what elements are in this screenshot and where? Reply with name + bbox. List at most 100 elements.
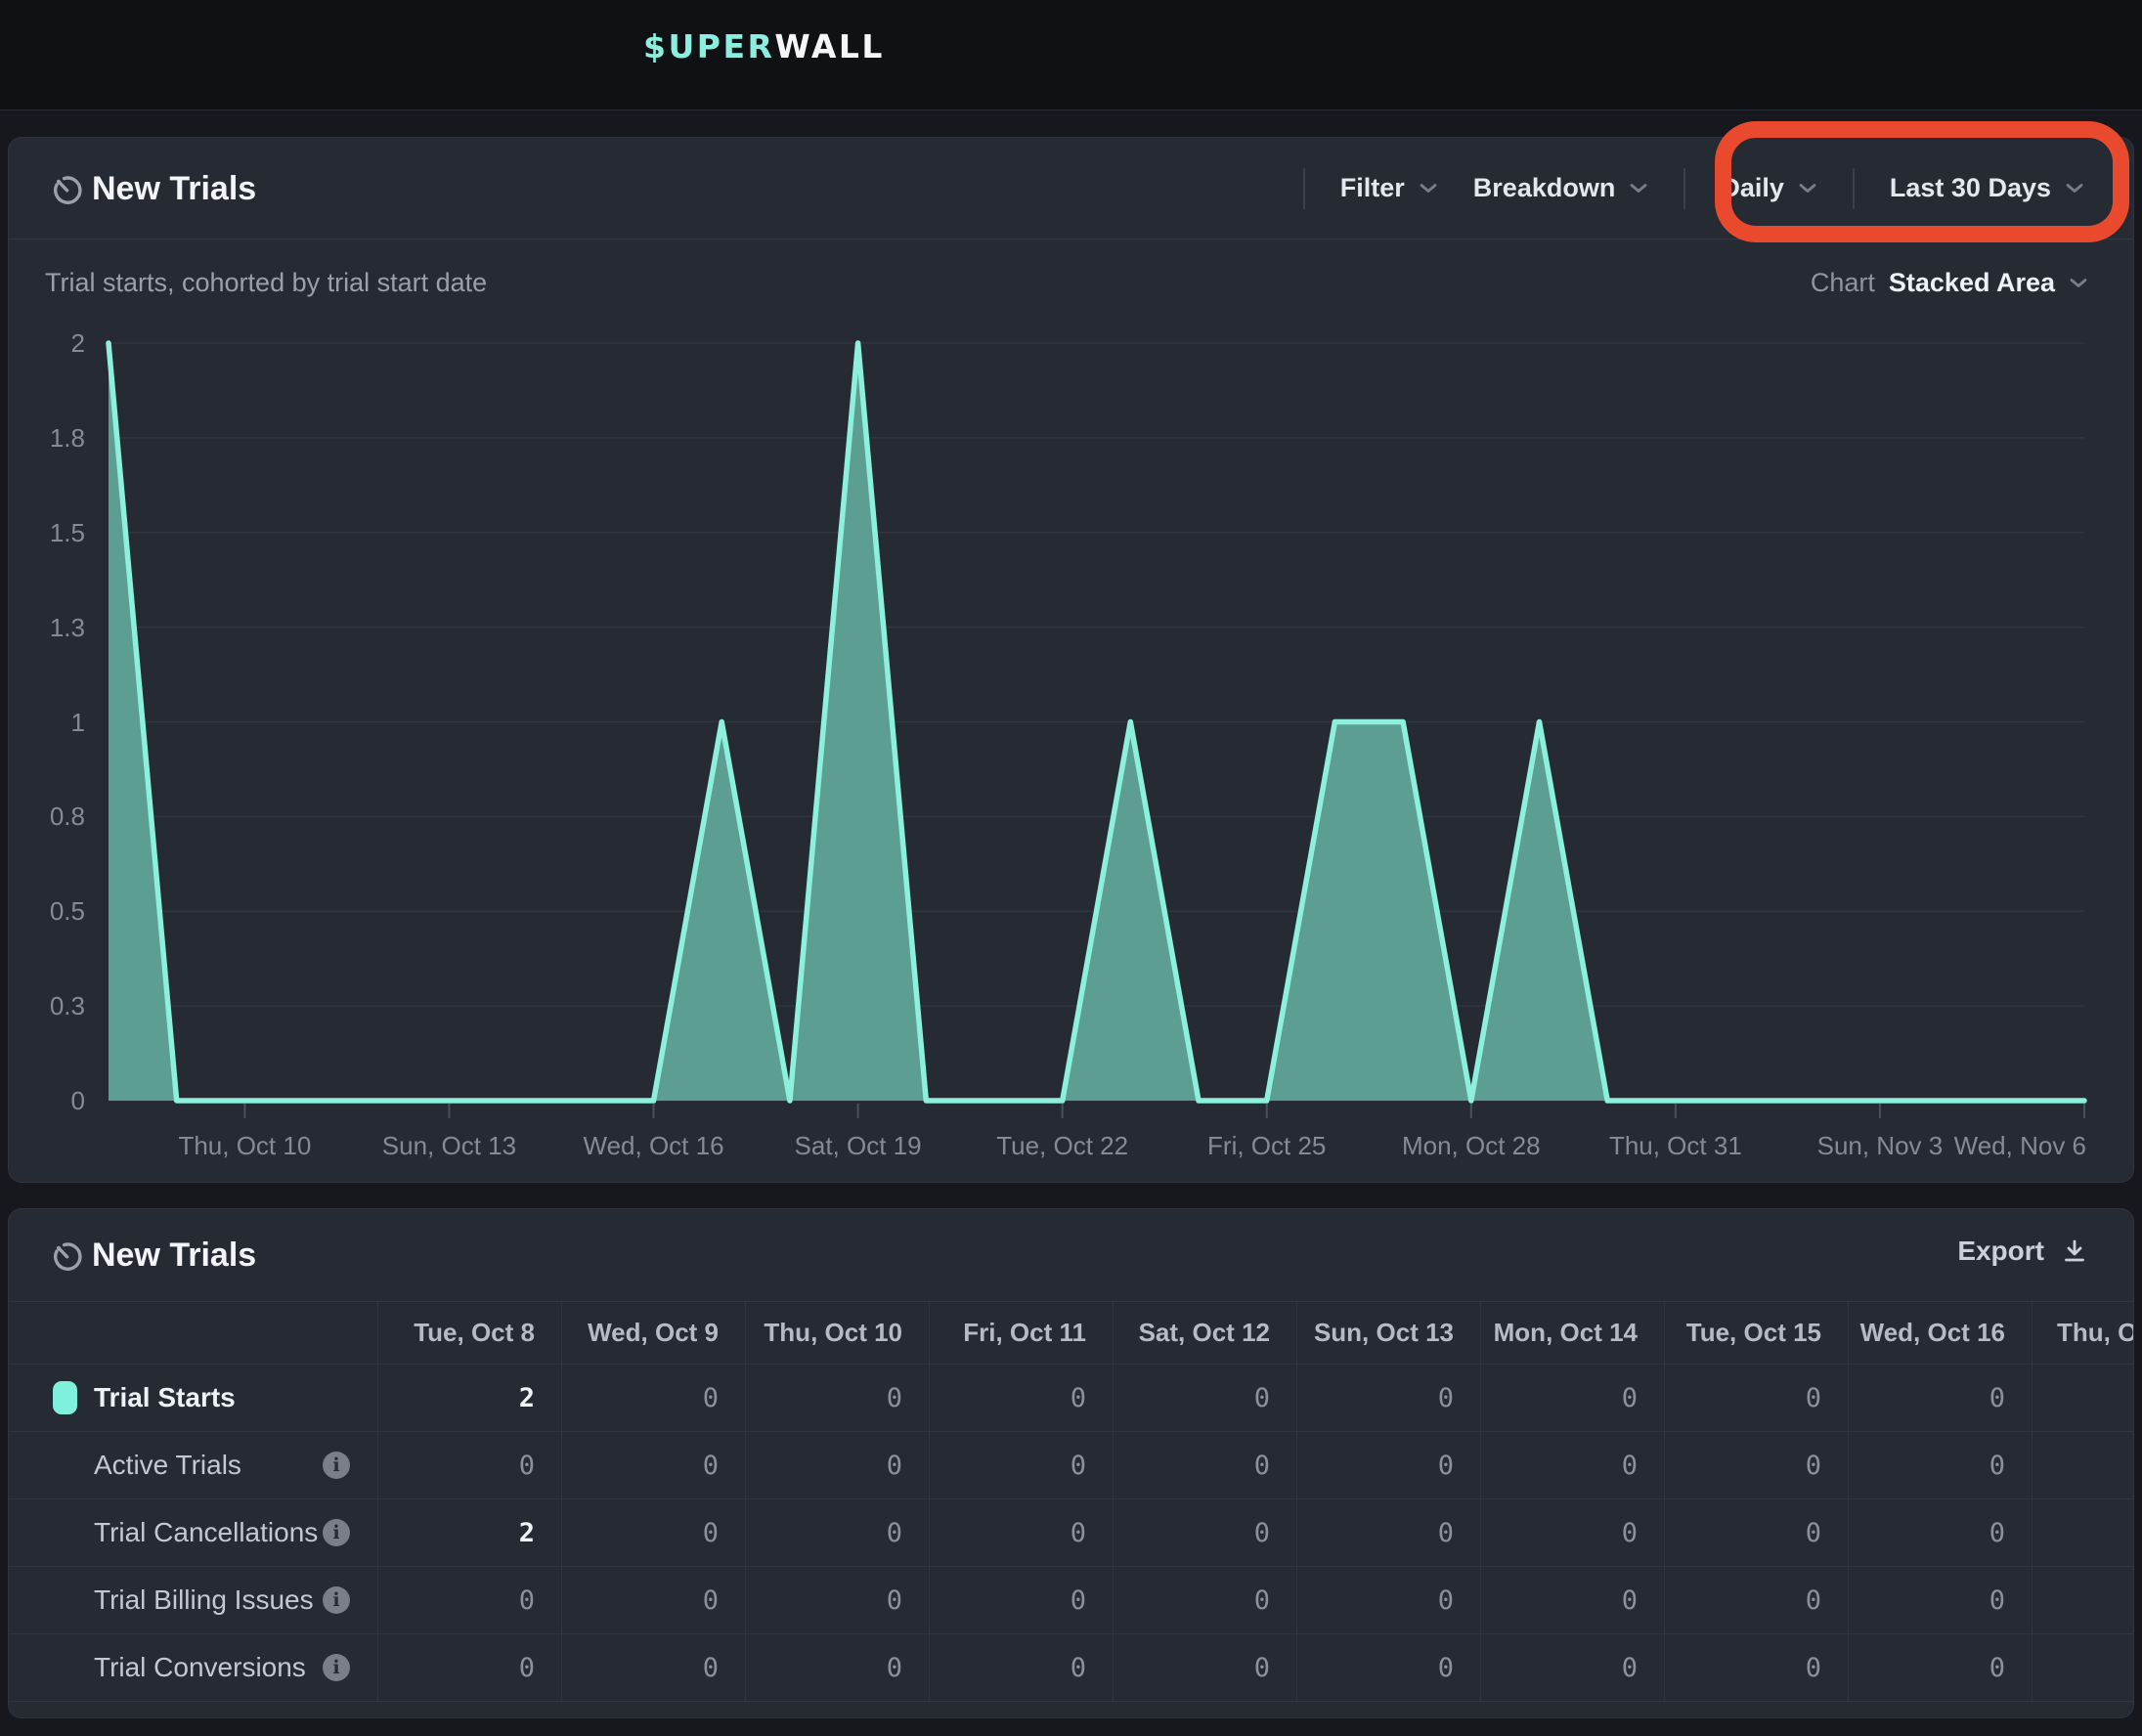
cell-value: 0 bbox=[1989, 1585, 2005, 1616]
cell-value: 0 bbox=[1622, 1653, 1638, 1683]
value-cell: 0 bbox=[1480, 1567, 1664, 1633]
value-cell: 0 bbox=[1296, 1499, 1480, 1566]
value-cell bbox=[2032, 1567, 2133, 1633]
value-cell: 0 bbox=[929, 1499, 1113, 1566]
value-cell bbox=[2032, 1499, 2133, 1566]
y-axis-tick-label: 0.8 bbox=[9, 801, 85, 832]
export-label: Export bbox=[1957, 1236, 2044, 1267]
new-trials-chart-panel: New Trials Filter Breakdown Daily Last 3… bbox=[8, 137, 2134, 1183]
column-header: Fri, Oct 11 bbox=[929, 1302, 1113, 1364]
row-label: Trial Billing Issues bbox=[94, 1584, 314, 1616]
info-icon[interactable]: i bbox=[323, 1519, 350, 1546]
info-icon[interactable]: i bbox=[323, 1586, 350, 1614]
y-axis-tick-label: 0.3 bbox=[9, 990, 85, 1021]
info-icon[interactable]: i bbox=[323, 1452, 350, 1479]
value-cell bbox=[2032, 1634, 2133, 1701]
row-label-cell: Trial Billing Issues i bbox=[9, 1567, 377, 1633]
cell-value: 0 bbox=[887, 1518, 902, 1548]
value-cell: 0 bbox=[377, 1634, 561, 1701]
value-cell: 0 bbox=[745, 1365, 929, 1431]
download-icon bbox=[2060, 1237, 2089, 1266]
cell-value: 0 bbox=[703, 1653, 719, 1683]
value-cell: 0 bbox=[561, 1499, 745, 1566]
x-axis-tick-label: Sun, Nov 3 bbox=[1817, 1129, 1944, 1162]
table-row: Trial Billing Issuesi000000000 bbox=[9, 1566, 2133, 1633]
cell-value: 0 bbox=[1254, 1451, 1270, 1481]
export-button[interactable]: Export bbox=[1957, 1236, 2089, 1267]
cell-value: 0 bbox=[1254, 1585, 1270, 1616]
value-cell: 0 bbox=[1113, 1499, 1296, 1566]
cell-value: 0 bbox=[1254, 1518, 1270, 1548]
row-label-cell: Active Trialsi bbox=[9, 1432, 377, 1498]
x-axis-tick-label: Wed, Oct 16 bbox=[584, 1129, 724, 1162]
row-label: Trial Starts bbox=[94, 1382, 236, 1413]
value-cell: 0 bbox=[929, 1634, 1113, 1701]
y-axis-tick-label: 0 bbox=[9, 1085, 85, 1116]
cell-value: 2 bbox=[519, 1518, 535, 1548]
cell-value: 0 bbox=[1438, 1383, 1454, 1413]
cell-value: 0 bbox=[1438, 1451, 1454, 1481]
cell-value: 0 bbox=[887, 1451, 902, 1481]
new-trials-table-panel: New Trials Export Tue, Oct 8Wed, Oct 9Th… bbox=[8, 1208, 2134, 1718]
value-cell: 0 bbox=[1480, 1365, 1664, 1431]
row-label-cell: Trial Conversions i bbox=[9, 1634, 377, 1701]
cell-value: 0 bbox=[1806, 1451, 1821, 1481]
table-row: Active Trialsi000000000 bbox=[9, 1431, 2133, 1498]
value-cell: 0 bbox=[1848, 1365, 2032, 1431]
column-header: Wed, Oct 16 bbox=[1848, 1302, 2032, 1364]
cell-value: 0 bbox=[1438, 1518, 1454, 1548]
cell-value: 0 bbox=[1071, 1653, 1086, 1683]
x-axis-tick-label: Thu, Oct 10 bbox=[178, 1129, 311, 1162]
y-axis-tick-label: 1 bbox=[9, 707, 85, 738]
cell-value: 0 bbox=[1989, 1451, 2005, 1481]
value-cell: 0 bbox=[1113, 1634, 1296, 1701]
table-row: Trial Cancellationsi200000000 bbox=[9, 1498, 2133, 1566]
cell-value: 0 bbox=[1254, 1653, 1270, 1683]
value-cell: 0 bbox=[745, 1432, 929, 1498]
cell-value: 0 bbox=[703, 1451, 719, 1481]
value-cell: 0 bbox=[1848, 1432, 2032, 1498]
column-header: Thu, Oct 10 bbox=[745, 1302, 929, 1364]
value-cell: 0 bbox=[1848, 1634, 2032, 1701]
row-label: Trial Conversions bbox=[94, 1652, 306, 1683]
value-cell: 0 bbox=[1113, 1365, 1296, 1431]
x-axis-tick-label: Mon, Oct 28 bbox=[1402, 1129, 1541, 1162]
value-cell: 0 bbox=[1296, 1365, 1480, 1431]
cell-value: 0 bbox=[887, 1585, 902, 1616]
cell-value: 0 bbox=[519, 1451, 535, 1481]
column-header: Sat, Oct 12 bbox=[1113, 1302, 1296, 1364]
column-header: Wed, Oct 9 bbox=[561, 1302, 745, 1364]
value-cell: 0 bbox=[1664, 1365, 1848, 1431]
y-axis-tick-label: 1.3 bbox=[9, 612, 85, 643]
top-bar: $UPERWALL bbox=[0, 0, 2142, 110]
table-bottom-border bbox=[9, 1701, 2133, 1702]
cell-value: 0 bbox=[1254, 1383, 1270, 1413]
value-cell: 0 bbox=[745, 1567, 929, 1633]
cell-value: 0 bbox=[1989, 1518, 2005, 1548]
value-cell: 0 bbox=[377, 1432, 561, 1498]
cell-value: 0 bbox=[1438, 1585, 1454, 1616]
cell-value: 0 bbox=[1622, 1383, 1638, 1413]
value-cell: 0 bbox=[1664, 1567, 1848, 1633]
series-swatch bbox=[53, 1381, 77, 1414]
trials-table: Tue, Oct 8Wed, Oct 9Thu, Oct 10Fri, Oct … bbox=[9, 1301, 2133, 1702]
x-axis-tick-label: Wed, Nov 6 bbox=[1954, 1129, 2086, 1162]
cell-value: 0 bbox=[1438, 1653, 1454, 1683]
cell-value: 0 bbox=[1071, 1585, 1086, 1616]
value-cell: 0 bbox=[1664, 1499, 1848, 1566]
value-cell bbox=[2032, 1432, 2133, 1498]
value-cell: 0 bbox=[745, 1499, 929, 1566]
info-icon[interactable]: i bbox=[323, 1654, 350, 1681]
value-cell: 0 bbox=[1480, 1499, 1664, 1566]
logo-suffix: WALL bbox=[774, 27, 885, 65]
value-cell: 0 bbox=[1296, 1432, 1480, 1498]
value-cell: 0 bbox=[1296, 1567, 1480, 1633]
value-cell: 0 bbox=[929, 1365, 1113, 1431]
value-cell: 0 bbox=[1848, 1567, 2032, 1633]
table-panel-title: New Trials bbox=[92, 1237, 256, 1275]
cell-value: 0 bbox=[1989, 1653, 2005, 1683]
logo-prefix: $UPER bbox=[643, 27, 774, 65]
column-header: Tue, Oct 8 bbox=[377, 1302, 561, 1364]
superwall-logo: $UPERWALL bbox=[643, 29, 885, 65]
cell-value: 2 bbox=[519, 1383, 535, 1413]
